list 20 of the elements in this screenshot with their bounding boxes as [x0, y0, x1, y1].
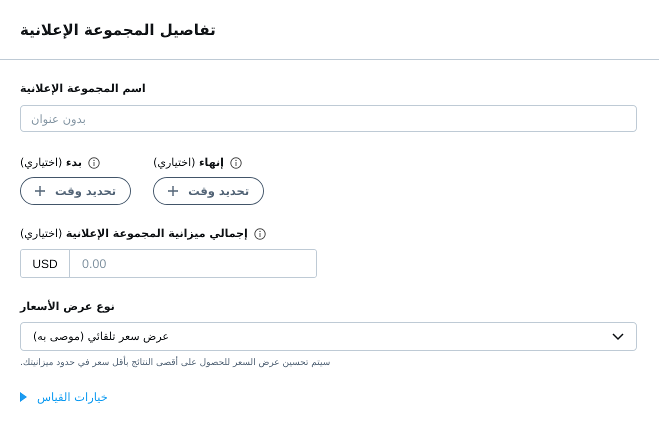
set-time-button[interactable]: تحديد وقت	[153, 177, 264, 205]
amount-input[interactable]: 0.00	[70, 250, 316, 277]
plus-icon	[35, 186, 45, 196]
name-input[interactable]: بدون عنوان	[20, 105, 637, 132]
info-icon[interactable]	[230, 156, 242, 168]
budget-field[interactable]: USD 0.00	[20, 249, 317, 278]
field-label: نوع عرض الأسعار	[20, 300, 115, 313]
field-label: اسم المجموعة الإعلانية	[20, 82, 146, 95]
set-time-button[interactable]: تحديد وقت	[20, 177, 132, 205]
panel-title: تفاصيل المجموعة الإعلانية	[20, 20, 216, 38]
help-text: سيتم تحسين عرض السعر للحصول على أقصى النتائج بأقل سعر في حدود ميزانيتك.	[20, 358, 330, 368]
chevron-down-icon	[612, 332, 624, 340]
info-icon[interactable]	[88, 156, 100, 168]
field-label: بدء (اختياري)	[20, 156, 82, 169]
currency-label: USD	[21, 250, 70, 277]
field-label: إجمالي ميزانية المجموعة الإعلانية (اختياري)	[20, 227, 248, 240]
plus-icon	[168, 186, 178, 196]
pricing-dropdown[interactable]: عرض سعر تلقائي (موصى به)	[20, 322, 637, 351]
field-label: إنهاء (اختياري)	[153, 156, 224, 169]
info-icon[interactable]	[254, 228, 266, 240]
